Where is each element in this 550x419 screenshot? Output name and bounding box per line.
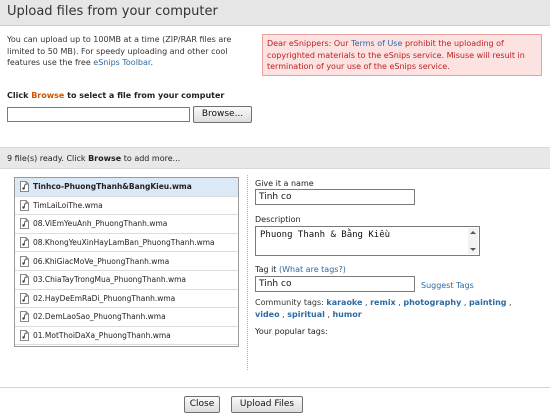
audio-file-icon	[20, 218, 29, 230]
file-row[interactable]: TimLaiLoiThe.wma	[15, 197, 238, 216]
intro-text: You can upload up to 100MB at a time (ZI…	[7, 34, 259, 69]
community-tag[interactable]: photography	[403, 298, 461, 307]
community-tag[interactable]: humor	[332, 310, 361, 319]
footer-divider	[0, 387, 550, 388]
file-name: 02.DemLaoSao_PhuongThanh.wma	[33, 312, 166, 322]
community-tag[interactable]: remix	[370, 298, 396, 307]
file-list[interactable]: Tinhco-PhuongThanh&BangKieu.wma TimLaiLo…	[14, 177, 239, 347]
audio-file-icon	[20, 274, 29, 286]
audio-file-icon	[20, 199, 29, 211]
community-tags-label: Community tags:	[255, 298, 324, 307]
community-tag[interactable]: painting	[469, 298, 507, 307]
file-row[interactable]: 08.ViEmYeuAnh_PhuongThanh.wma	[15, 215, 238, 234]
file-name: 06.KhiGiacMoVe_PhuongThanh.wma	[33, 256, 170, 266]
what-are-tags-link[interactable]: (What are tags?)	[279, 265, 346, 274]
browse-button[interactable]: Browse...	[193, 106, 252, 123]
file-name: 08.ViEmYeuAnh_PhuongThanh.wma	[33, 219, 168, 229]
select-browse-word: Browse	[31, 91, 65, 100]
status-text: 9 file(s) ready. Click Browse to add mor…	[7, 154, 180, 163]
status-suffix: to add more...	[121, 154, 181, 163]
file-row[interactable]: Tinhco-PhuongThanh&BangKieu.wma	[15, 178, 238, 197]
scroll-arrows-icon[interactable]	[468, 228, 478, 254]
file-name: 01.MotThoiDaXa_PhuongThanh.wma	[33, 331, 171, 341]
status-prefix: 9 file(s) ready. Click	[7, 154, 89, 163]
community-tag[interactable]: spiritual	[287, 310, 325, 319]
audio-file-icon	[20, 181, 29, 193]
title-bar: Upload files from your computer	[0, 0, 550, 26]
name-input[interactable]: Tinh co	[255, 189, 415, 205]
audio-file-icon	[20, 237, 29, 248]
file-name: Tinhco-PhuongThanh&BangKieu.wma	[33, 182, 192, 192]
close-button[interactable]: Close	[184, 396, 220, 413]
audio-file-icon	[20, 292, 29, 304]
file-row[interactable]: 02.HayDeEmRaDi_PhuongThanh.wma	[15, 290, 238, 309]
tag-input[interactable]: Tinh co	[255, 276, 415, 292]
tag-label-row: Tag it (What are tags?)	[255, 265, 346, 274]
popular-tags-label: Your popular tags:	[255, 327, 328, 336]
description-textarea[interactable]: Phuong Thanh & Bằng Kiều	[255, 226, 480, 256]
file-name: 03.ChiaTayTrongMua_PhuongThanh.wma	[33, 275, 187, 285]
audio-file-icon	[20, 255, 29, 267]
description-text: Phuong Thanh & Bằng Kiều	[260, 230, 391, 240]
tag-label: Tag it	[255, 265, 277, 274]
community-tag[interactable]: video	[255, 310, 280, 319]
upload-files-button[interactable]: Upload Files	[231, 396, 303, 413]
column-divider	[247, 175, 248, 370]
warning-text-start: Dear eSnippers: Our	[267, 39, 352, 48]
intro-text-end: .	[150, 58, 153, 67]
file-row[interactable]: 06.KhiGiacMoVe_PhuongThanh.wma	[15, 252, 238, 271]
description-label: Description	[255, 215, 301, 224]
status-bar: 9 file(s) ready. Click Browse to add mor…	[0, 147, 550, 169]
suggest-tags-link[interactable]: Suggest Tags	[421, 281, 474, 290]
audio-file-icon	[20, 311, 29, 323]
audio-file-icon	[20, 330, 29, 341]
select-suffix: to select a file from your computer	[64, 91, 225, 100]
file-name: 02.HayDeEmRaDi_PhuongThanh.wma	[33, 293, 176, 303]
select-file-instruction: Click Browse to select a file from your …	[7, 91, 224, 100]
esnips-toolbar-link[interactable]: eSnips Toolbar	[93, 58, 150, 67]
copyright-warning: Dear eSnippers: Our Terms of Use prohibi…	[262, 34, 542, 76]
status-browse-word: Browse	[88, 154, 122, 163]
file-row[interactable]: 01.MotThoiDaXa_PhuongThanh.wma	[15, 327, 238, 346]
file-row[interactable]: 03.ChiaTayTrongMua_PhuongThanh.wma	[15, 271, 238, 290]
community-tags: Community tags: karaoke , remix , photog…	[255, 298, 512, 319]
file-path-input[interactable]	[7, 107, 190, 122]
file-name: 08.KhongYeuXinHayLamBan_PhuongThanh.wma	[33, 238, 215, 248]
community-tag[interactable]: karaoke	[326, 298, 362, 307]
file-name: TimLaiLoiThe.wma	[33, 200, 103, 210]
page-title: Upload files from your computer	[7, 4, 218, 19]
select-prefix: Click	[7, 91, 32, 100]
terms-of-use-link[interactable]: Terms of Use	[351, 39, 402, 48]
file-row[interactable]: 08.KhongYeuXinHayLamBan_PhuongThanh.wma	[15, 234, 238, 253]
file-row[interactable]: 02.DemLaoSao_PhuongThanh.wma	[15, 308, 238, 327]
name-label: Give it a name	[255, 179, 314, 188]
